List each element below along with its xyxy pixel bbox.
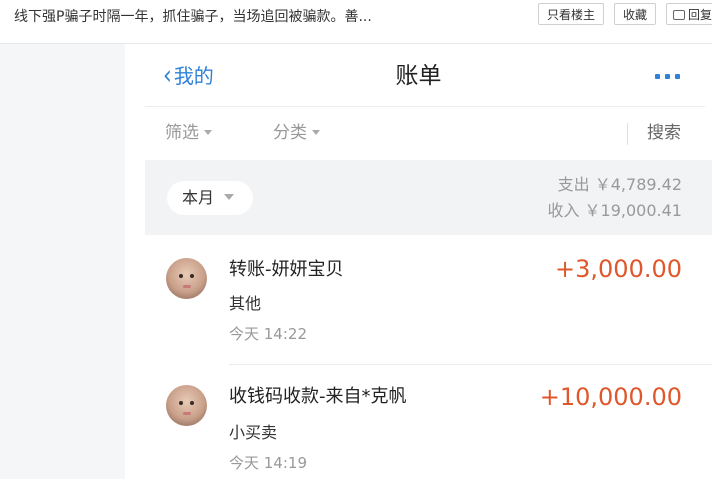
transaction-row[interactable]: 转账-妍妍宝贝 其他 今天 14:22 +3,000.00 [145,235,712,365]
page-gutter [0,44,125,479]
category-dropdown[interactable]: 分类 [273,122,320,144]
favorite-button[interactable]: 收藏 [614,3,656,25]
income-total: 收入 ￥19,000.41 [547,201,682,220]
month-selector[interactable]: 本月 [167,181,253,215]
category-label: 分类 [273,123,307,143]
only-op-button[interactable]: 只看楼主 [538,3,604,25]
caret-down-icon [312,130,320,135]
caret-down-icon [224,194,235,200]
expense-total: 支出 ￥4,789.42 [557,175,682,194]
bill-screen: ‹ 我的 账单 筛选 分类 搜索 本月 支出 ￥4,789.42 收入 ￥19,0… [125,44,712,479]
filter-dropdown[interactable]: 筛选 [165,122,212,144]
transaction-title: 转账-妍妍宝贝 [229,259,344,280]
transaction-time: 今天 14:19 [229,454,307,472]
search-button[interactable]: 搜索 [647,122,681,144]
transaction-time: 今天 14:22 [229,325,307,343]
transaction-row[interactable]: 收钱码收款-来自*克帆 小买卖 今天 14:19 +10,000.00 [145,365,712,495]
caret-down-icon [204,130,212,135]
month-label: 本月 [182,188,215,207]
avatar [166,385,207,426]
filter-label: 筛选 [165,123,199,143]
transaction-category: 小买卖 [229,423,278,442]
transaction-title: 收钱码收款-来自*克帆 [229,386,407,407]
transaction-category: 其他 [229,294,262,313]
divider [627,123,628,145]
forum-topbar: 线下强P骗子时隔一年，抓住骗子，当场追回被骗款。善... 只看楼主 收藏 回复 [0,0,712,44]
month-summary: 本月 支出 ￥4,789.42 收入 ￥19,000.41 [145,160,712,235]
filter-bar: 筛选 分类 搜索 [145,106,705,160]
nav-bar: ‹ 我的 账单 [125,44,712,106]
reply-icon [673,10,685,20]
page-title: 账单 [395,63,442,89]
more-icon[interactable] [655,74,685,80]
post-title[interactable]: 线下强P骗子时隔一年，抓住骗子，当场追回被骗款。善... [14,8,372,26]
reply-button[interactable]: 回复 [666,3,712,25]
transaction-amount: +3,000.00 [555,255,682,283]
avatar [166,258,207,299]
reply-label: 回复 [688,8,712,22]
transaction-amount: +10,000.00 [539,383,682,411]
